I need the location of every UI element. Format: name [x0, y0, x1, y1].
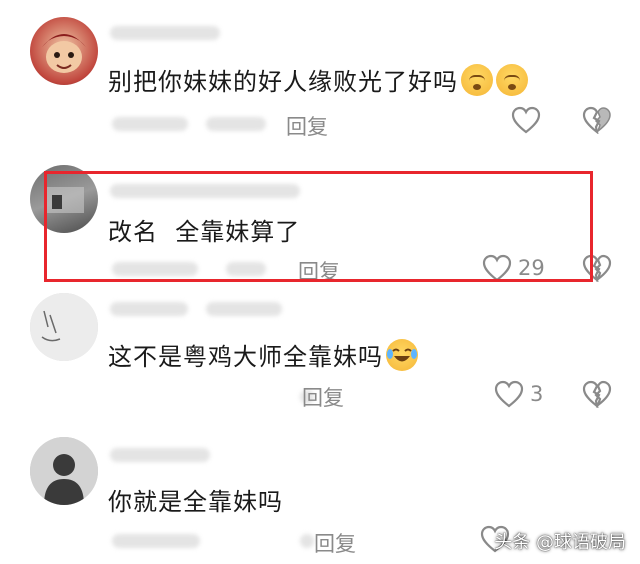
username-blurred: [110, 448, 210, 462]
comment-text: 别把你妹妹的好人缘败光了好吗: [108, 62, 528, 97]
comment-text: 这不是粤鸡大师全靠妹吗: [108, 337, 418, 372]
source-watermark: 头条 @球语破局: [494, 532, 626, 553]
location-blurred: [206, 117, 266, 131]
broken-heart-icon[interactable]: [582, 106, 612, 134]
timestamp-blurred: [112, 534, 200, 548]
comment-text-content: 你就是全靠妹吗: [108, 488, 283, 516]
reply-button[interactable]: 回复: [314, 528, 356, 558]
comment-text-content: 这不是粤鸡大师全靠妹吗: [108, 343, 383, 371]
highlight-box: [44, 171, 593, 282]
reply-button[interactable]: 回复: [286, 111, 328, 141]
yawning-face-emoji: [461, 64, 493, 96]
comment-text-content: 别把你妹妹的好人缘败光了好吗: [108, 68, 458, 96]
like-count: 3: [530, 382, 544, 406]
avatar[interactable]: [30, 17, 98, 85]
broken-heart-icon[interactable]: [582, 380, 612, 408]
crying-laughing-emoji: [386, 339, 418, 371]
avatar[interactable]: [30, 437, 98, 505]
heart-outline-icon: [511, 106, 541, 134]
like-button[interactable]: [511, 106, 547, 134]
location-blurred: [300, 534, 314, 548]
like-button[interactable]: 3: [494, 380, 543, 408]
yawning-face-emoji: [496, 64, 528, 96]
heart-outline-icon: [494, 380, 524, 408]
avatar[interactable]: [30, 293, 98, 361]
comment-text: 你就是全靠妹吗: [108, 482, 283, 517]
timestamp-blurred: [112, 117, 188, 131]
username-blurred: [110, 302, 188, 316]
username-blurred: [110, 26, 220, 40]
username-blurred: [206, 302, 282, 316]
reply-button[interactable]: 回复: [302, 382, 344, 412]
